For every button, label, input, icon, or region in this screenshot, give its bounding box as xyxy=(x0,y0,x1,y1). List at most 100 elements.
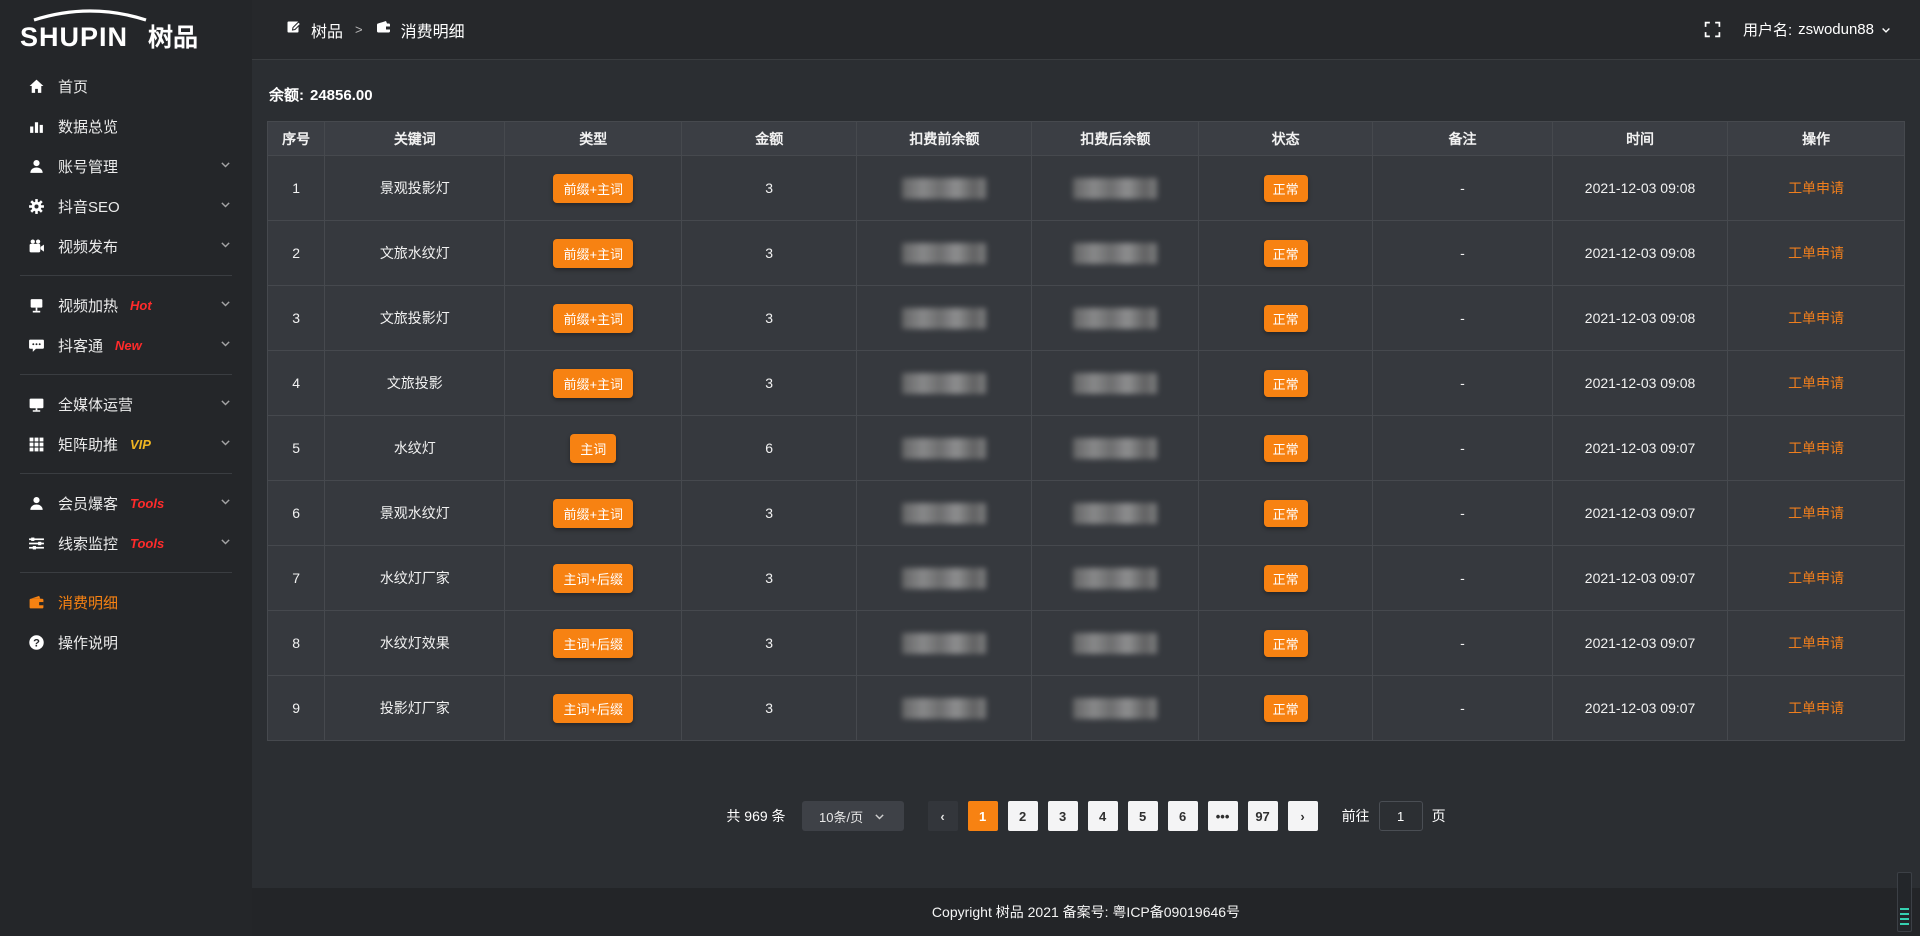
username-label: 用户名: xyxy=(1743,19,1792,40)
balance-before-cell xyxy=(857,221,1032,286)
sidebar-item-label: 视频加热 xyxy=(58,295,118,316)
masked-balance-after xyxy=(1073,178,1157,199)
topbar-right: 用户名: zswodun88 xyxy=(1704,19,1892,40)
sidebar-item-chart[interactable]: 数据总览 xyxy=(0,106,252,146)
ticket-apply-link[interactable]: 工单申请 xyxy=(1788,180,1844,196)
remark-cell: - xyxy=(1372,676,1552,741)
scrollbar-widget[interactable] xyxy=(1897,872,1912,932)
type-badge: 前缀+主词 xyxy=(553,369,633,398)
sidebar-item-grid[interactable]: 矩阵助推VIP xyxy=(0,424,252,464)
table-row: 4文旅投影前缀+主词3正常-2021-12-03 09:08工单申请 xyxy=(268,351,1905,416)
ticket-apply-link[interactable]: 工单申请 xyxy=(1788,570,1844,586)
balance-after-cell xyxy=(1032,416,1199,481)
sidebar-item-chat[interactable]: 抖客通New xyxy=(0,325,252,365)
page-button-1[interactable]: 1 xyxy=(968,801,998,831)
sidebar-item-home[interactable]: 首页 xyxy=(0,66,252,106)
type-badge: 前缀+主词 xyxy=(553,239,633,268)
status-badge: 正常 xyxy=(1264,695,1308,722)
pagination-ellipsis[interactable]: ••• xyxy=(1208,801,1238,831)
ticket-apply-link[interactable]: 工单申请 xyxy=(1788,375,1844,391)
column-header: 扣费后余额 xyxy=(1032,122,1199,156)
sidebar-item-gear[interactable]: 抖音SEO xyxy=(0,186,252,226)
ticket-apply-link[interactable]: 工单申请 xyxy=(1788,505,1844,521)
action-cell: 工单申请 xyxy=(1728,676,1905,741)
ticket-apply-link[interactable]: 工单申请 xyxy=(1788,310,1844,326)
next-page-button[interactable]: › xyxy=(1288,801,1318,831)
masked-balance-before xyxy=(902,503,986,524)
sidebar-item-question[interactable]: ?操作说明 xyxy=(0,622,252,662)
masked-balance-before xyxy=(902,438,986,459)
ticket-apply-link[interactable]: 工单申请 xyxy=(1788,245,1844,261)
pagination: 共 969 条10条/页‹123456•••97›前往页 xyxy=(267,801,1905,831)
wallet-icon xyxy=(375,19,392,40)
status-cell: 正常 xyxy=(1199,221,1373,286)
sidebar-item-tag: Tools xyxy=(130,496,164,511)
breadcrumb-root[interactable]: 树品 xyxy=(311,18,343,42)
balance-before-cell xyxy=(857,156,1032,221)
sidebar-item-wallet[interactable]: 消费明细 xyxy=(0,582,252,622)
sidebar-item-sliders[interactable]: 线索监控Tools xyxy=(0,523,252,563)
app-window: SHUPIN 树品 首页数据总览账号管理抖音SEO视频发布视频加热Hot抖客通N… xyxy=(0,0,1920,936)
status-badge: 正常 xyxy=(1264,370,1308,397)
video-icon xyxy=(28,238,45,255)
keyword-cell: 景观水纹灯 xyxy=(325,481,505,546)
balance-before-cell xyxy=(857,416,1032,481)
fullscreen-icon[interactable] xyxy=(1704,21,1721,38)
remark-cell: - xyxy=(1372,286,1552,351)
balance-before-cell xyxy=(857,676,1032,741)
type-cell: 前缀+主词 xyxy=(505,481,682,546)
status-cell: 正常 xyxy=(1199,481,1373,546)
masked-balance-after xyxy=(1073,698,1157,719)
breadcrumb-current: 消费明细 xyxy=(401,18,465,42)
masked-balance-after xyxy=(1073,568,1157,589)
sidebar-divider xyxy=(20,374,232,375)
masked-balance-before xyxy=(902,178,986,199)
page-button-4[interactable]: 4 xyxy=(1088,801,1118,831)
time-cell: 2021-12-03 09:07 xyxy=(1552,546,1727,611)
ticket-apply-link[interactable]: 工单申请 xyxy=(1788,440,1844,456)
remark-cell: - xyxy=(1372,156,1552,221)
type-cell: 前缀+主词 xyxy=(505,351,682,416)
sidebar-item-user[interactable]: 账号管理 xyxy=(0,146,252,186)
sidebar-item-label: 视频发布 xyxy=(58,236,118,257)
goto-page-input[interactable] xyxy=(1379,801,1423,831)
chevron-down-icon xyxy=(219,337,232,354)
time-cell: 2021-12-03 09:08 xyxy=(1552,286,1727,351)
keyword-cell: 水纹灯 xyxy=(325,416,505,481)
sidebar-item-label: 全媒体运营 xyxy=(58,394,133,415)
sidebar-item-person[interactable]: 会员爆客Tools xyxy=(0,483,252,523)
column-header: 操作 xyxy=(1728,122,1905,156)
prev-page-button[interactable]: ‹ xyxy=(928,801,958,831)
sidebar-item-video[interactable]: 视频发布 xyxy=(0,226,252,266)
balance-after-cell xyxy=(1032,286,1199,351)
amount-cell: 3 xyxy=(682,286,857,351)
column-header: 状态 xyxy=(1199,122,1373,156)
sidebar-item-label: 线索监控 xyxy=(58,533,118,554)
page-button-97[interactable]: 97 xyxy=(1248,801,1278,831)
sidebar-item-monitor[interactable]: 全媒体运营 xyxy=(0,384,252,424)
page-size-select[interactable]: 10条/页 xyxy=(802,801,904,831)
svg-text:?: ? xyxy=(33,637,40,649)
table-row: 7水纹灯厂家主词+后缀3正常-2021-12-03 09:07工单申请 xyxy=(268,546,1905,611)
ticket-apply-link[interactable]: 工单申请 xyxy=(1788,635,1844,651)
remark-cell: - xyxy=(1372,351,1552,416)
time-cell: 2021-12-03 09:08 xyxy=(1552,221,1727,286)
column-header: 类型 xyxy=(505,122,682,156)
sidebar-item-heat[interactable]: 视频加热Hot xyxy=(0,285,252,325)
page-button-3[interactable]: 3 xyxy=(1048,801,1078,831)
content-area: 余额:24856.00 序号关键词类型金额扣费前余额扣费后余额状态备注时间操作 … xyxy=(252,60,1920,888)
action-cell: 工单申请 xyxy=(1728,351,1905,416)
chevron-down-icon xyxy=(219,535,232,552)
person-icon xyxy=(28,495,45,512)
type-badge: 前缀+主词 xyxy=(553,499,633,528)
masked-balance-before xyxy=(902,308,986,329)
page-button-6[interactable]: 6 xyxy=(1168,801,1198,831)
table-header-row: 序号关键词类型金额扣费前余额扣费后余额状态备注时间操作 xyxy=(268,122,1905,156)
user-menu[interactable]: 用户名: zswodun88 xyxy=(1743,19,1892,40)
goto-suffix: 页 xyxy=(1432,806,1446,826)
balance-after-cell xyxy=(1032,546,1199,611)
chevron-down-icon xyxy=(219,495,232,512)
page-button-2[interactable]: 2 xyxy=(1008,801,1038,831)
ticket-apply-link[interactable]: 工单申请 xyxy=(1788,700,1844,716)
page-button-5[interactable]: 5 xyxy=(1128,801,1158,831)
